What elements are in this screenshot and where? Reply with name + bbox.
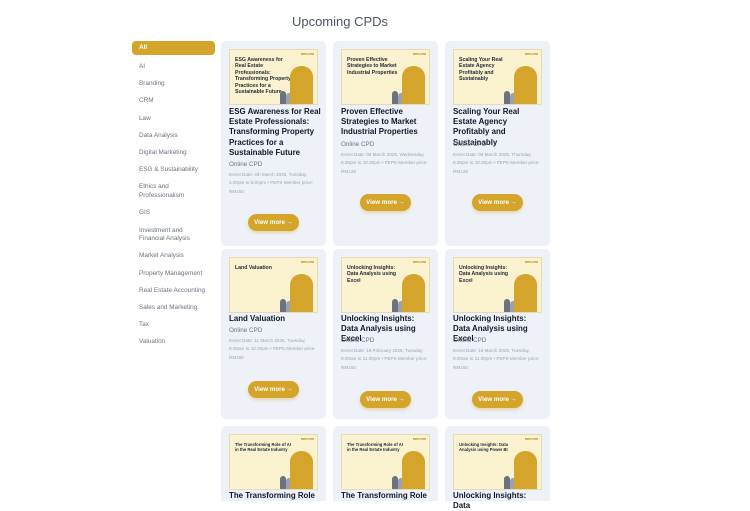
cpd-card[interactable]: PEPS CPD Unlocking Insights: Data Analys… [445,249,550,419]
card-type: Online CPD [229,161,263,168]
view-more-button[interactable]: View more → [360,391,411,408]
arch-graphic [514,274,537,312]
card-date: Event Date: 18 February 2025, Tuesday, 9… [341,348,428,370]
thumbnail-title: ESG Awareness for Real Estate Profession… [235,57,291,96]
brand-logo: PEPS CPD [412,438,426,441]
sidebar-item-digital-marketing[interactable]: Digital Marketing [132,149,215,158]
cpd-thumbnail: PEPS CPD The Transforming Role of AI in … [341,434,430,490]
arch-graphic [514,66,537,104]
arch-graphic [402,66,425,104]
card-date: Event Date: 18 March 2025, Tuesday, 9.00… [453,348,540,370]
card-date: Event Date: 06 March 2025, Thursday, 8.0… [453,152,540,174]
sidebar-item-data-analysis[interactable]: Data Analysis [132,132,215,141]
sidebar-item-ethics[interactable]: Ethics and Professionalism [132,183,215,200]
arch-graphic [290,451,313,489]
view-more-button[interactable]: View more → [248,381,299,398]
arch-graphic [290,274,313,312]
brand-logo: PEPS CPD [524,53,538,56]
thumbnail-title: Unlocking Insights: Data Analysis using … [347,265,397,284]
view-more-button[interactable]: View more → [472,391,523,408]
sidebar-item-sales-marketing[interactable]: Sales and Marketing [132,304,215,313]
cpd-card[interactable]: PEPS CPD Unlocking Insights: Data Analys… [333,249,438,419]
sidebar-item-ai[interactable]: AI [132,63,215,72]
card-type: Online CPD [453,337,487,344]
cpd-card[interactable]: PEPS CPD The Transforming Role of AI in … [333,426,438,501]
sidebar-item-crm[interactable]: CRM [132,97,215,106]
cpd-thumbnail: PEPS CPD Unlocking Insights: Data Analys… [453,257,542,313]
card-title[interactable]: Proven Effective Strategies to Market In… [341,107,433,138]
page-title: Upcoming CPDs [291,14,389,29]
cpd-thumbnail: PEPS CPD Land Valuation [229,257,318,313]
cpd-card[interactable]: PEPS CPD Unlocking Insights: Data Analys… [445,426,550,510]
arch-graphic [514,451,537,489]
thumbnail-title: The Transforming Role of AI in the Real … [235,442,291,453]
sidebar-item-branding[interactable]: Branding [132,80,215,89]
thumbnail-title: Scaling Your Real Estate Agency Profitab… [459,57,503,83]
cpd-thumbnail: PEPS CPD Unlocking Insights: Data Analys… [453,434,542,490]
sidebar-item-property-management[interactable]: Property Management [132,270,215,279]
view-more-button[interactable]: View more → [248,214,299,231]
thumbnail-title: Land Valuation [235,265,272,271]
sidebar-item-market-analysis[interactable]: Market Analysis [132,252,215,261]
arch-graphic [402,274,425,312]
sidebar-item-esg-sustainability[interactable]: ESG & Sustainability [132,166,215,175]
sidebar-item-valuation[interactable]: Valuation [132,338,215,347]
sidebar-item-tax[interactable]: Tax [132,321,215,330]
cpd-card[interactable]: PEPS CPD Scaling Your Real Estate Agency… [445,41,550,246]
cpd-thumbnail: PEPS CPD Proven Effective Strategies to … [341,49,430,105]
cpd-thumbnail: PEPS CPD Unlocking Insights: Data Analys… [341,257,430,313]
cpd-thumbnail: PEPS CPD ESG Awareness for Real Estate P… [229,49,318,105]
card-type: Online CPD [453,141,487,148]
brand-logo: PEPS CPD [300,53,314,56]
card-title[interactable]: The Transforming Role [229,491,321,501]
cpd-thumbnail: PEPS CPD Scaling Your Real Estate Agency… [453,49,542,105]
card-date: Event Date: 05 March 2025, Wednesday, 8.… [341,152,428,174]
card-type: Online CPD [229,327,263,334]
brand-logo: PEPS CPD [524,261,538,264]
brand-logo: PEPS CPD [412,53,426,56]
sidebar-item-investment[interactable]: Investment and Financial Analysis [132,227,215,244]
sidebar-item-law[interactable]: Law [132,115,215,124]
card-date: Event Date: 11 March 2025, Tuesday, 9.00… [229,338,316,360]
card-type: Online CPD [341,141,375,148]
brand-logo: PEPS CPD [300,261,314,264]
category-sidebar: All AI Branding CRM Law Data Analysis Di… [132,41,215,356]
thumbnail-title: Proven Effective Strategies to Market In… [347,57,398,76]
thumbnail-title: The Transforming Role of AI in the Real … [347,442,403,453]
card-title[interactable]: ESG Awareness for Real Estate Profession… [229,107,321,158]
brand-logo: PEPS CPD [524,438,538,441]
cpd-card[interactable]: PEPS CPD The Transforming Role of AI in … [221,426,326,501]
card-date: Event Date: 4th March 2025, Tuesday, 3.0… [229,172,314,194]
cpd-thumbnail: PEPS CPD The Transforming Role of AI in … [229,434,318,490]
cpd-card[interactable]: PEPS CPD Land Valuation Land Valuation O… [221,249,326,419]
card-title[interactable]: Unlocking Insights: Data [453,491,545,511]
card-title[interactable]: The Transforming Role [341,491,433,501]
card-type: Online CPD [341,337,375,344]
cpd-card[interactable]: PEPS CPD Proven Effective Strategies to … [333,41,438,246]
thumbnail-title: Unlocking Insights: Data Analysis using … [459,265,509,284]
arch-graphic [290,66,313,104]
thumbnail-title: Unlocking Insights: Data Analysis using … [459,442,509,453]
card-title[interactable]: Land Valuation [229,314,321,324]
brand-logo: PEPS CPD [300,438,314,441]
brand-logo: PEPS CPD [412,261,426,264]
sidebar-item-all[interactable]: All [132,41,215,55]
cpd-card[interactable]: PEPS CPD ESG Awareness for Real Estate P… [221,41,326,246]
sidebar-item-gis[interactable]: GIS [132,209,215,218]
view-more-button[interactable]: View more → [360,194,411,211]
arch-graphic [402,451,425,489]
view-more-button[interactable]: View more → [472,194,523,211]
sidebar-item-real-estate-accounting[interactable]: Real Estate Accounting [132,287,215,296]
